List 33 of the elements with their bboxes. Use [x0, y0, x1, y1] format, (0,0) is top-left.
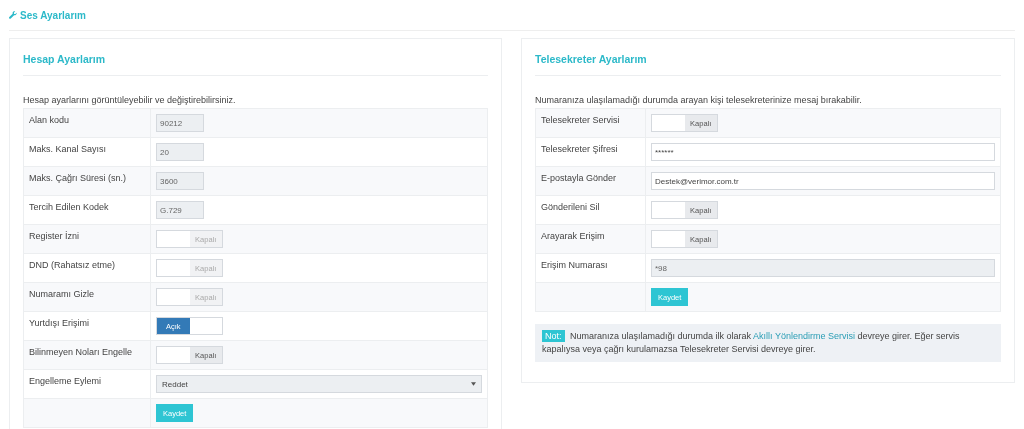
- field-label: Erişim Numarası: [541, 260, 608, 270]
- field-label: Arayarak Erişim: [541, 231, 605, 241]
- field-label: Bilinmeyen Noları Engelle: [29, 347, 133, 357]
- field-label: Tercih Edilen Kodek: [29, 202, 109, 212]
- panel-description: Numaranıza ulaşılamadığı durumda arayan kişi telesekreterinize mesaj bırakabilir.: [535, 95, 863, 105]
- field-label: DND (Rahatsız etme): [29, 260, 116, 270]
- readonly-field: *98: [651, 259, 995, 277]
- input-field[interactable]: ******: [651, 143, 995, 161]
- readonly-field: 3600: [156, 172, 204, 190]
- note-text: Not: Numaranıza ulaşılamadığı durumda ilk olarak Akıllı Yönlendirme Servisi devreye girer. Eğer servis kapalıysa veya çağrı kurulamazsa Telesekreter Servisi devreye girer.: [542, 330, 961, 356]
- page-title: Ses Ayarlarım: [9, 9, 86, 21]
- readonly-field: 20: [156, 143, 204, 161]
- panel-title: Telesekreter Ayarlarım: [535, 53, 1001, 76]
- field-label: Numaramı Gizle: [29, 289, 94, 299]
- note-label: Not:: [542, 330, 565, 342]
- field-label: Telesekreter Servisi: [541, 115, 620, 125]
- field-label: Gönderileni Sil: [541, 202, 600, 212]
- field-label: Maks. Çağrı Süresi (sn.): [29, 173, 127, 183]
- field-label: Telesekreter Şifresi: [541, 144, 618, 154]
- select-dropdown[interactable]: Reddet: [156, 375, 482, 393]
- field-label: Register İzni: [29, 231, 80, 241]
- field-label: Yurtdışı Erişimi: [29, 318, 89, 328]
- panel-title: Hesap Ayarlarım: [23, 53, 488, 76]
- readonly-field: 90212: [156, 114, 204, 132]
- readonly-field: G.729: [156, 201, 204, 219]
- field-label: Engelleme Eylemi: [29, 376, 102, 386]
- field-label: E-postayla Gönder: [541, 173, 617, 183]
- field-label: Maks. Kanal Sayısı: [29, 144, 107, 154]
- input-field[interactable]: Destek@verimor.com.tr: [651, 172, 995, 190]
- field-label: Alan kodu: [29, 115, 70, 125]
- panel-description: Hesap ayarlarını görüntüleyebilir ve değiştirebilirsiniz.: [23, 95, 237, 105]
- caret-icon: [471, 382, 476, 386]
- wrench-icon: [9, 11, 17, 19]
